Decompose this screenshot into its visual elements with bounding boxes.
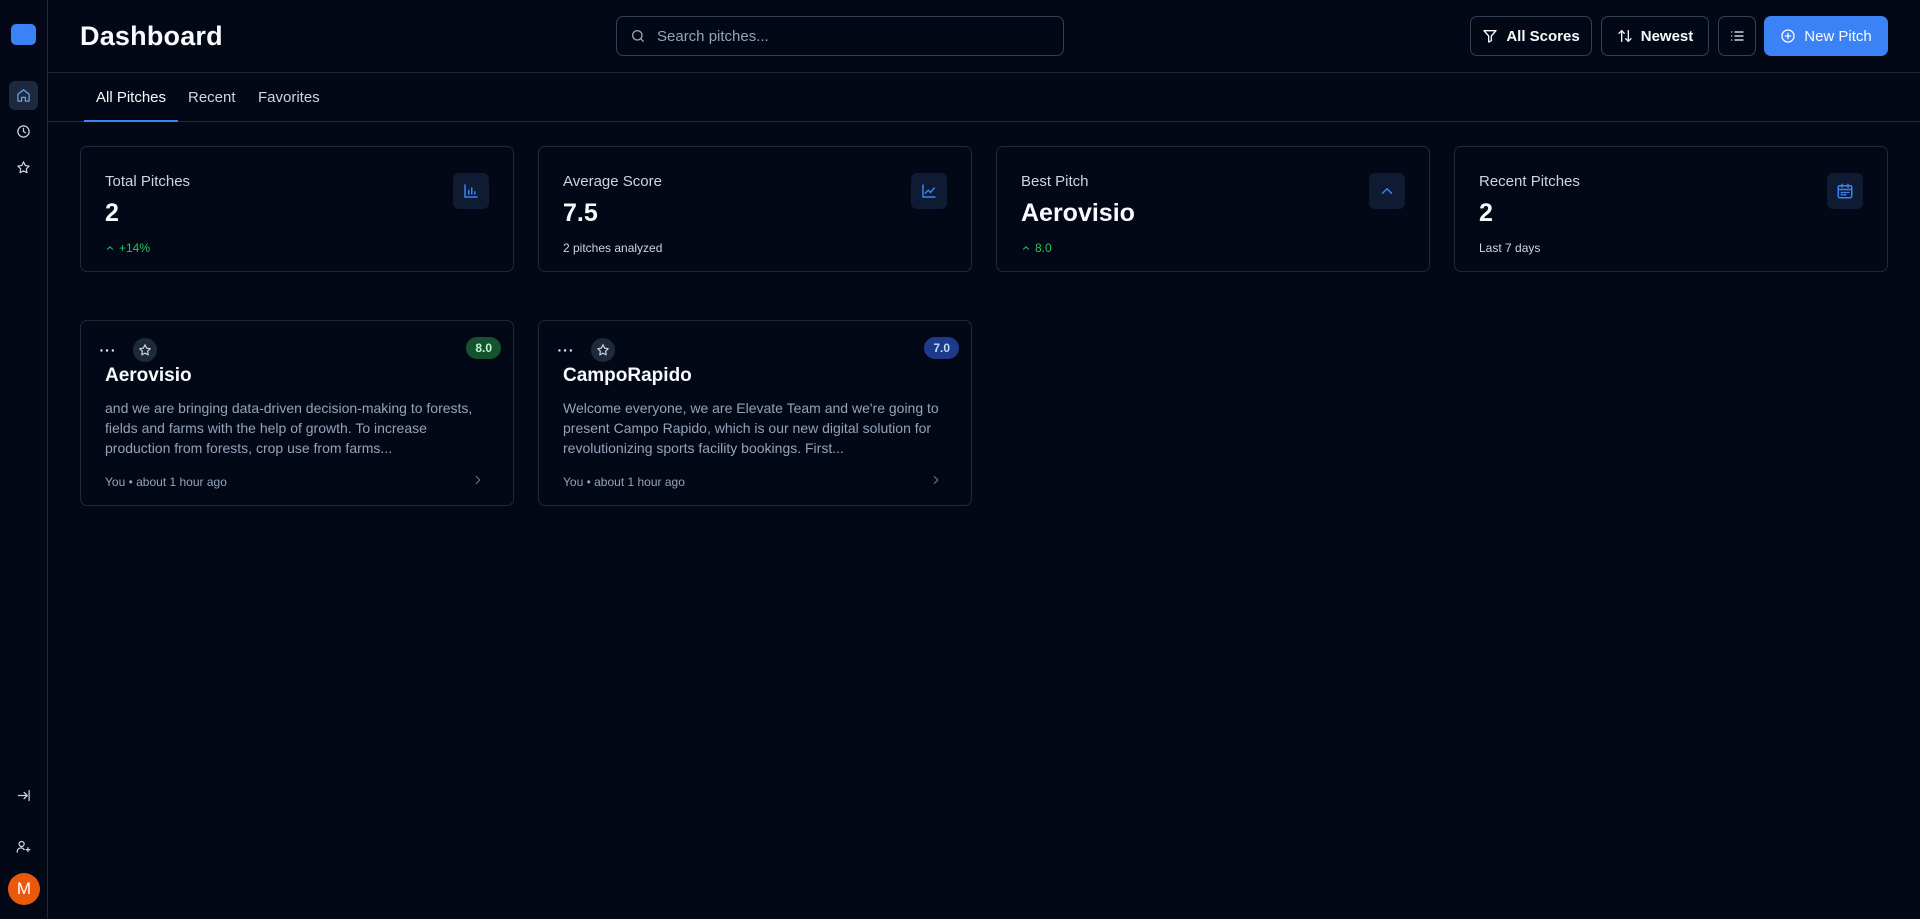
sort-label: Newest xyxy=(1640,27,1694,45)
stat-value: 2 xyxy=(105,199,119,227)
stat-trend: 8.0 xyxy=(1021,241,1052,255)
pitch-description: and we are bringing data-driven decision… xyxy=(105,400,473,456)
bar-chart-icon xyxy=(453,173,489,209)
new-pitch-label: New Pitch xyxy=(1804,27,1872,45)
list-icon xyxy=(1731,31,1744,41)
plus-circle-icon xyxy=(1781,29,1795,43)
search-icon xyxy=(632,30,644,42)
stat-subtext: Last 7 days xyxy=(1479,241,1541,255)
tab-label: Recent xyxy=(188,88,236,106)
pitch-card[interactable]: ··· 7.0 CampoRapido Welcome everyone, we… xyxy=(538,320,972,506)
chevron-right-icon[interactable] xyxy=(471,473,485,487)
avatar[interactable]: M xyxy=(8,873,40,905)
app: M Dashboard All Scores Newest New Pitch … xyxy=(0,0,1920,919)
clock-icon[interactable] xyxy=(9,117,38,146)
favorite-star-icon[interactable] xyxy=(133,338,157,362)
pitch-description: Welcome everyone, we are Elevate Team an… xyxy=(563,400,939,456)
stat-trend: +14% xyxy=(105,241,150,255)
chevron-up-icon xyxy=(106,246,114,250)
page-title: Dashboard xyxy=(80,21,223,51)
pitch-card[interactable]: ··· 8.0 Aerovisio and we are bringing da… xyxy=(80,320,514,506)
tab-all-pitches[interactable]: All Pitches xyxy=(84,73,179,122)
list-view-button[interactable] xyxy=(1718,16,1756,56)
pitch-title: Aerovisio xyxy=(105,365,192,386)
top-header: Dashboard All Scores Newest New Pitch xyxy=(48,0,1920,73)
tab-bar: All Pitches Recent Favorites xyxy=(48,73,1920,122)
pitch-meta: You • about 1 hour ago xyxy=(563,475,685,489)
score-filter-button[interactable]: All Scores xyxy=(1470,16,1592,56)
chevron-up-icon xyxy=(1369,173,1405,209)
home-icon[interactable] xyxy=(9,81,38,110)
star-icon[interactable] xyxy=(9,153,38,182)
tab-label: All Pitches xyxy=(96,88,167,106)
tab-favorites[interactable]: Favorites xyxy=(258,73,320,121)
pitch-title: CampoRapido xyxy=(563,365,692,386)
new-pitch-button[interactable]: New Pitch xyxy=(1764,16,1888,56)
tab-label: Favorites xyxy=(258,88,320,106)
search-box xyxy=(616,16,1064,56)
app-logo[interactable] xyxy=(11,24,36,45)
add-user-icon[interactable] xyxy=(9,832,38,861)
line-chart-icon xyxy=(911,173,947,209)
more-options-button[interactable]: ··· xyxy=(93,335,123,365)
stat-card-recent-pitches: Recent Pitches 2 Last 7 days xyxy=(1454,146,1888,272)
stat-card-average-score: Average Score 7.5 2 pitches analyzed xyxy=(538,146,972,272)
filter-icon xyxy=(1483,30,1497,43)
stat-value: 2 xyxy=(1479,199,1493,227)
chevron-right-icon[interactable] xyxy=(929,473,943,487)
stat-subtext: 2 pitches analyzed xyxy=(563,241,663,255)
score-filter-label: All Scores xyxy=(1506,27,1580,45)
calendar-icon xyxy=(1827,173,1863,209)
stat-card-best-pitch: Best Pitch Aerovisio 8.0 xyxy=(996,146,1430,272)
stat-label: Recent Pitches xyxy=(1479,173,1580,190)
search-input[interactable] xyxy=(657,17,1057,55)
score-badge: 7.0 xyxy=(924,337,959,359)
sort-icon xyxy=(1618,30,1632,42)
stat-label: Best Pitch xyxy=(1021,173,1089,190)
chevron-up-icon xyxy=(1022,246,1030,250)
stat-value: 7.5 xyxy=(563,199,598,227)
stat-label: Average Score xyxy=(563,173,662,190)
more-options-button[interactable]: ··· xyxy=(551,335,581,365)
score-badge: 8.0 xyxy=(466,337,501,359)
tab-recent[interactable]: Recent xyxy=(188,73,236,121)
stat-value: Aerovisio xyxy=(1021,199,1135,227)
stat-trend-value: +14% xyxy=(119,241,151,255)
logout-icon[interactable] xyxy=(9,781,38,810)
favorite-star-icon[interactable] xyxy=(591,338,615,362)
stat-label: Total Pitches xyxy=(105,173,191,190)
stat-card-total-pitches: Total Pitches 2 +14% xyxy=(80,146,514,272)
sidebar: M xyxy=(0,0,48,919)
sort-button[interactable]: Newest xyxy=(1601,16,1709,56)
pitch-meta: You • about 1 hour ago xyxy=(105,475,227,489)
stat-trend-value: 8.0 xyxy=(1035,241,1052,255)
